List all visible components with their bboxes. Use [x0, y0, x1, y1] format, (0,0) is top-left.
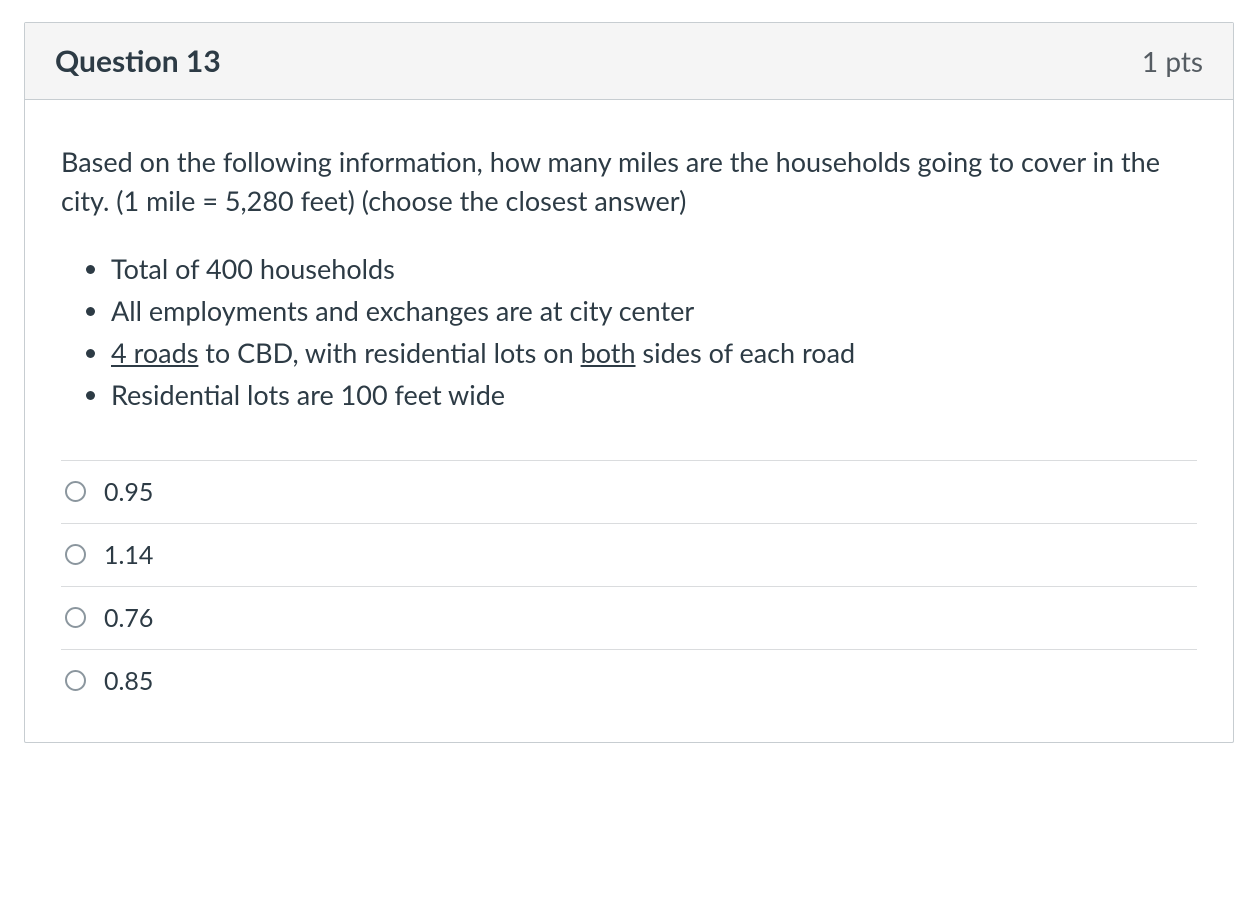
answer-list: 0.95 1.14 0.76 0.85: [61, 460, 1197, 712]
info-item-text: to CBD, with residential lots on: [198, 336, 580, 369]
question-card: Question 13 1 pts Based on the following…: [24, 22, 1234, 743]
answer-option[interactable]: 1.14: [61, 523, 1197, 586]
question-prompt: Based on the following information, how …: [61, 142, 1197, 220]
info-item: 4 roads to CBD, with residential lots on…: [111, 332, 1197, 374]
radio-icon: [65, 544, 86, 565]
answer-option[interactable]: 0.76: [61, 586, 1197, 649]
answer-label: 0.76: [104, 603, 153, 633]
question-body: Based on the following information, how …: [25, 100, 1233, 742]
radio-icon: [65, 481, 86, 502]
info-item: All employments and exchanges are at cit…: [111, 290, 1197, 332]
answer-label: 0.85: [104, 666, 153, 696]
question-header: Question 13 1 pts: [25, 23, 1233, 100]
info-item-text: Total of 400 households: [111, 252, 395, 285]
answer-label: 0.95: [104, 477, 153, 507]
answer-option[interactable]: 0.85: [61, 649, 1197, 712]
question-info-list: Total of 400 households All employments …: [61, 248, 1197, 415]
info-item-text: sides of each road: [636, 336, 856, 369]
answer-label: 1.14: [104, 540, 153, 570]
answer-option[interactable]: 0.95: [61, 460, 1197, 523]
question-title: Question 13: [55, 43, 221, 79]
info-item-underline: 4 roads: [111, 336, 198, 369]
radio-icon: [65, 607, 86, 628]
info-item: Total of 400 households: [111, 248, 1197, 290]
info-item-text: All employments and exchanges are at cit…: [111, 294, 694, 327]
info-item: Residential lots are 100 feet wide: [111, 374, 1197, 416]
radio-icon: [65, 670, 86, 691]
info-item-text: Residential lots are 100 feet wide: [111, 378, 505, 411]
info-item-underline: both: [581, 336, 636, 369]
question-points: 1 pts: [1142, 44, 1203, 78]
